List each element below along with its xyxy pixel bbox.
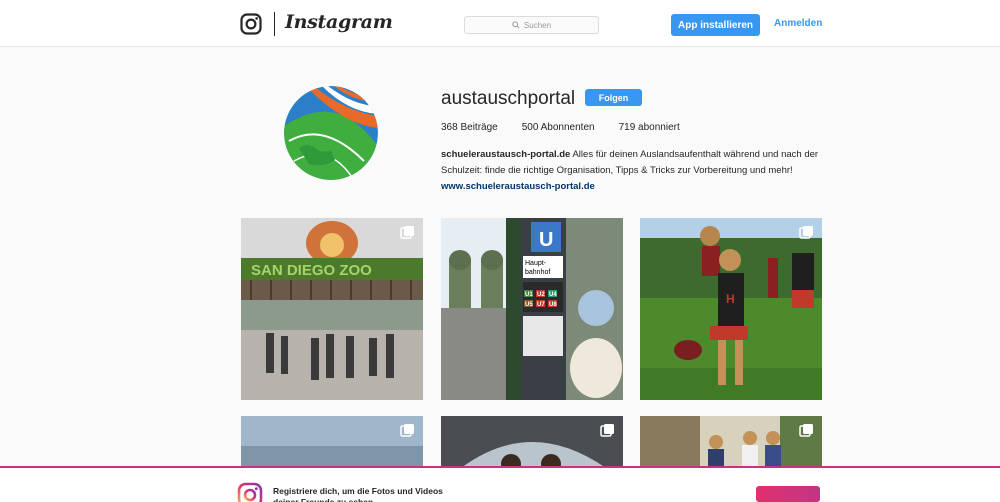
posts-count: 368 Beiträge (441, 122, 498, 133)
svg-text:H: H (726, 292, 735, 306)
profile-bio: schueleraustausch-portal.de Alles für de… (441, 147, 821, 195)
login-link[interactable]: Anmelden (774, 18, 822, 29)
instagram-app-icon (237, 482, 263, 502)
search-placeholder: Suchen (523, 20, 552, 30)
following-count[interactable]: 719 abonniert (619, 122, 680, 133)
signup-banner: Registriere dich, um die Fotos und Video… (0, 466, 1000, 502)
instagram-wordmark[interactable]: Instagram (285, 11, 393, 33)
logo-divider (274, 12, 275, 36)
globe-logo-icon (284, 86, 378, 180)
post-image-zoo: SAN DIEGO ZOO (241, 218, 423, 400)
post-tile[interactable] (640, 416, 822, 468)
post-tile[interactable]: H (640, 218, 822, 400)
svg-text:U4: U4 (549, 292, 557, 298)
followers-count[interactable]: 500 Abonnenten (522, 122, 595, 133)
signup-banner-text: Registriere dich, um die Fotos und Video… (273, 486, 443, 502)
post-image-sky (241, 416, 423, 468)
svg-text:U1: U1 (525, 292, 533, 298)
post-image-group (640, 416, 822, 468)
station-sign-text: Haupt- (525, 260, 547, 267)
svg-text:bahnhof: bahnhof (525, 269, 550, 276)
post-tile[interactable]: SAN DIEGO ZOO (241, 218, 423, 400)
bio-name: schueleraustausch-portal.de (441, 149, 571, 160)
profile-username: austauschportal (441, 88, 576, 109)
post-tile[interactable]: U Haupt- bahnhof U1 U2 U4 U5 U7 U8 (441, 218, 623, 400)
zoo-sign-text: SAN DIEGO ZOO (251, 262, 372, 279)
post-image-station: U Haupt- bahnhof U1 U2 U4 U5 U7 U8 (441, 218, 623, 400)
instagram-camera-icon[interactable] (240, 13, 262, 35)
search-icon (512, 21, 520, 29)
multiple-photos-icon (400, 226, 414, 239)
svg-text:U2: U2 (537, 292, 545, 298)
post-tile[interactable] (241, 416, 423, 468)
bio-website-link[interactable]: www.schueleraustausch-portal.de (441, 181, 595, 192)
svg-text:U5: U5 (525, 302, 533, 308)
svg-text:U8: U8 (549, 302, 557, 308)
multiple-photos-icon (600, 424, 614, 437)
search-input[interactable]: Suchen (464, 16, 599, 34)
multiple-photos-icon (400, 424, 414, 437)
install-app-button[interactable]: App installieren (671, 14, 760, 36)
post-image-car (441, 416, 623, 468)
top-nav: Instagram Suchen App installieren Anmeld… (0, 0, 1000, 47)
svg-text:U7: U7 (537, 302, 545, 308)
post-image-cheerleaders: H (640, 218, 822, 400)
profile-avatar[interactable] (284, 86, 378, 180)
multiple-photos-icon (799, 424, 813, 437)
post-tile[interactable] (441, 416, 623, 468)
multiple-photos-icon (799, 226, 813, 239)
profile-stats: 368 Beiträge 500 Abonnenten 719 abonnier… (441, 122, 680, 133)
signup-button[interactable] (756, 486, 820, 502)
svg-text:U: U (539, 229, 553, 251)
follow-button[interactable]: Folgen (585, 89, 642, 106)
